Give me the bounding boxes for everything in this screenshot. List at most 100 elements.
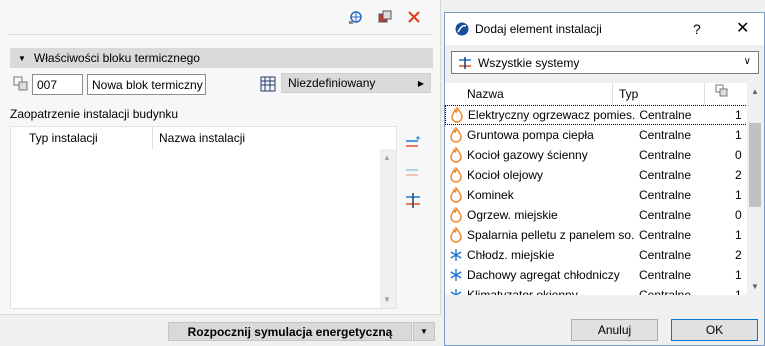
flame-icon [445,147,467,163]
flame-icon [445,127,467,143]
row-name: Klimatyzator okienny [467,288,578,295]
supply-label: Zaopatrzenie instalacji budynku [10,107,179,121]
list-header: Typ instalacji Nazwa instalacji [23,127,245,149]
delete-icon[interactable] [405,8,423,26]
elements-grid[interactable]: Nazwa Typ Elektryczny ogrzewacz pomies..… [445,83,764,295]
row-count: 1 [735,288,742,295]
row-count: 1 [735,268,742,282]
table-row[interactable]: Gruntowa pompa ciepła Centralne 1 [445,125,748,145]
dialog-title-bar[interactable]: Dodaj element instalacji ? ✕ [445,13,764,45]
cancel-button[interactable]: Anuluj [571,319,658,341]
flame-icon [446,107,468,123]
table-row[interactable]: Dachowy agregat chłodniczy Centralne 1 [445,265,748,285]
row-count: 0 [735,208,742,222]
thermal-block-panel: ▼ Właściwości bloku termicznego 007 Nowa… [0,0,443,346]
chevron-right-icon: ▶ [417,78,424,88]
scroll-down-icon[interactable]: ▼ [751,282,759,291]
row-name: Kocioł gazowy ścienny [467,148,588,162]
type-dropdown[interactable]: Niezdefiniowany ▶ [281,73,431,93]
row-name: Kominek [467,188,514,202]
table-row[interactable]: Kominek Centralne 1 [445,185,748,205]
row-type: Centralne [639,108,692,122]
row-name: Chłodz. miejskie [467,248,555,262]
installations-list[interactable]: Typ instalacji Nazwa instalacji ▲ ▼ [10,126,397,309]
row-count: 0 [735,148,742,162]
section-header[interactable]: ▼ Właściwości bloku termicznego [10,48,433,68]
column-header-count[interactable] [705,83,749,105]
row-type: Centralne [639,288,692,295]
help-button[interactable]: ? [693,21,701,37]
row-name: Elektryczny ogrzewacz pomies... [467,108,636,122]
start-simulation-button[interactable]: Rozpocznij symulacja energetyczną [168,322,412,341]
system-filter-select[interactable]: Wszystkie systemy ∨ [451,51,759,74]
grid-header: Nazwa Typ [445,83,749,105]
systems-icon [458,56,472,70]
row-type: Centralne [639,168,692,182]
scroll-up-icon[interactable]: ▲ [383,153,391,162]
flame-icon [445,227,467,243]
row-type: Centralne [639,228,692,242]
column-header-type[interactable]: Typ instalacji [23,127,153,149]
remove-installation-icon[interactable] [404,163,422,181]
scroll-up-icon[interactable]: ▲ [751,87,759,96]
section-title: Właściwości bloku termicznego [33,51,200,65]
row-count: 2 [735,168,742,182]
table-row[interactable]: Spalarnia pelletu z panelem so... Central… [445,225,748,245]
row-name: Ogrzew. miejskie [467,208,558,222]
row-type: Centralne [639,268,692,282]
row-type: Centralne [639,148,692,162]
add-installation-icon[interactable] [404,134,422,152]
snowflake-icon [445,248,467,262]
network-icon[interactable] [347,8,365,26]
block-id-field[interactable]: 007 [32,74,83,95]
app-logo-icon [455,22,469,36]
row-name: Kocioł olejowy [467,168,544,182]
table-row[interactable]: Elektryczny ogrzewacz pomies... Centralne… [445,105,748,125]
row-type: Centralne [639,208,692,222]
row-count: 1 [735,228,742,242]
column-header-name[interactable]: Nazwa instalacji [153,127,245,149]
type-dropdown-label: Niezdefiniowany [288,76,376,90]
snowflake-icon [445,288,467,295]
close-button[interactable]: ✕ [736,18,749,38]
row-count: 2 [735,248,742,262]
ok-button[interactable]: OK [671,319,758,341]
grid-icon [260,76,276,95]
table-row[interactable]: Kocioł gazowy ścienny Centralne 0 [445,145,748,165]
table-row[interactable]: Ogrzew. miejskie Centralne 0 [445,205,748,225]
thermal-block-icon [13,76,29,92]
row-name: Gruntowa pompa ciepła [467,128,594,142]
snowflake-icon [445,268,467,282]
grid-scrollbar[interactable]: ▲ ▼ [747,83,764,295]
table-row[interactable]: Chłodz. miejskie Centralne 2 [445,245,748,265]
panel-body: ▼ Właściwości bloku termicznego 007 Nowa… [0,0,441,315]
divider [8,34,433,35]
column-header-name[interactable]: Nazwa [445,83,613,105]
table-row[interactable]: Kocioł olejowy Centralne 2 [445,165,748,185]
flame-icon [445,207,467,223]
row-name: Spalarnia pelletu z panelem so... [467,228,635,242]
table-row[interactable]: Klimatyzator okienny Centralne 1 [445,285,748,295]
collapse-triangle-icon[interactable]: ▼ [18,54,26,63]
flame-icon [445,167,467,183]
row-type: Centralne [639,128,692,142]
row-name: Dachowy agregat chłodniczy [467,268,620,282]
row-type: Centralne [639,188,692,202]
dialog-title: Dodaj element instalacji [475,22,602,36]
system-config-icon[interactable] [404,192,422,210]
blocks-icon[interactable] [376,8,394,26]
chevron-down-icon: ∨ [743,56,751,67]
system-filter-value: Wszystkie systemy [478,55,580,70]
scroll-thumb[interactable] [749,123,761,207]
block-name-field[interactable]: Nowa blok termiczny [87,74,206,95]
row-count: 1 [735,108,742,122]
column-header-type[interactable]: Typ [613,83,705,105]
list-scrollbar[interactable]: ▲ ▼ [380,149,396,308]
blocks-count-icon [715,84,728,97]
row-count: 1 [735,128,742,142]
row-count: 1 [735,188,742,202]
flame-icon [445,187,467,203]
row-type: Centralne [639,248,692,262]
simulation-options-dropdown[interactable]: ▼ [413,322,435,341]
scroll-down-icon[interactable]: ▼ [383,295,391,304]
